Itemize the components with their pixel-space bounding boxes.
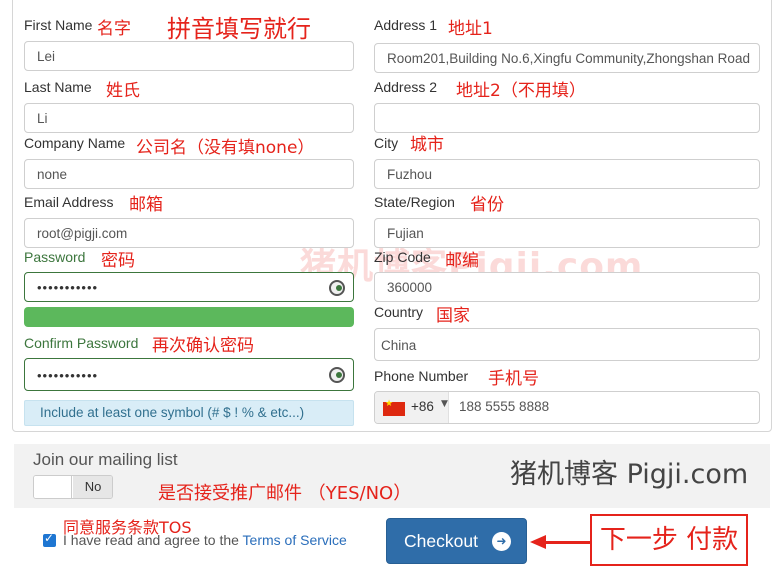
phone-input[interactable]: 188 5555 8888 [459, 399, 549, 414]
password-input[interactable]: ••••••••••• [24, 272, 354, 302]
address2-input[interactable] [374, 103, 760, 133]
headline-note: 拼音填写就行 [167, 15, 311, 43]
dial-code: +86 [411, 399, 434, 414]
address1-note: 地址1 [448, 19, 493, 39]
confirm-password-value: ••••••••••• [37, 368, 99, 383]
show-password-icon[interactable] [329, 280, 345, 296]
tos-label: I have read and agree to the Terms of Se… [63, 532, 347, 548]
china-flag-icon [383, 399, 405, 416]
password-label: Password [24, 249, 86, 265]
password-value: ••••••••••• [37, 280, 99, 295]
email-input[interactable]: root@pigji.com [24, 218, 354, 248]
address1-label: Address 1 [374, 17, 438, 33]
address2-note: 地址2（不用填） [456, 81, 586, 101]
city-label: City [374, 135, 399, 151]
watermark-small: 猪机博客 Pigji.com [510, 459, 749, 490]
last-name-note: 姓氏 [106, 81, 140, 101]
last-name-input[interactable]: Li [24, 103, 354, 133]
caret-down-icon: ▼ [441, 399, 448, 409]
country-note: 国家 [436, 306, 470, 326]
mailing-list-note: 是否接受推广邮件 （YES/NO） [158, 483, 412, 504]
next-step-note: 下一步 付款 [590, 514, 748, 566]
company-name-note: 公司名（没有填none） [136, 138, 315, 158]
toggle-no-label: No [73, 476, 112, 498]
show-confirm-password-icon[interactable] [329, 367, 345, 383]
phone-label: Phone Number [374, 368, 469, 384]
mailing-list-title: Join our mailing list [33, 450, 178, 469]
state-label: State/Region [374, 194, 455, 210]
mailing-list-toggle[interactable]: No [33, 475, 113, 499]
first-name-note: 名字 [97, 19, 131, 39]
first-name-input[interactable]: Lei [24, 41, 354, 71]
country-select[interactable]: China [374, 328, 760, 361]
company-name-input[interactable]: none [24, 159, 354, 189]
checkout-button[interactable]: Checkout ➜ [386, 518, 527, 564]
address1-input[interactable]: Room201,Building No.6,Xingfu Community,Z… [374, 43, 760, 73]
password-note: 密码 [101, 251, 135, 271]
phone-input-group: +86 ▼ 188 5555 8888 [374, 391, 760, 424]
email-label: Email Address [24, 194, 114, 210]
password-strength-bar [24, 307, 354, 327]
terms-of-service-link[interactable]: Terms of Service [243, 532, 347, 548]
zip-input[interactable]: 360000 [374, 272, 760, 302]
checkout-label: Checkout [404, 531, 478, 551]
zip-label: Zip Code [374, 249, 431, 265]
password-hint: Include at least one symbol (# $ ! % & e… [24, 400, 354, 426]
first-name-label: First Name [24, 17, 93, 33]
zip-note: 邮编 [445, 251, 479, 271]
red-arrow-line [544, 541, 590, 544]
country-code-dropdown[interactable]: +86 ▼ [375, 392, 449, 423]
tos-text: I have read and agree to the [63, 532, 243, 548]
state-input[interactable]: Fujian [374, 218, 760, 248]
city-note: 城市 [410, 135, 444, 155]
confirm-password-note: 再次确认密码 [152, 336, 254, 356]
confirm-password-input[interactable]: ••••••••••• [24, 358, 354, 391]
toggle-knob [34, 476, 72, 498]
company-name-label: Company Name [24, 135, 126, 151]
phone-note: 手机号 [488, 369, 539, 389]
country-label: Country [374, 304, 424, 320]
address2-label: Address 2 [374, 79, 438, 95]
arrow-right-circle-icon: ➜ [492, 532, 511, 551]
state-note: 省份 [470, 195, 504, 215]
city-input[interactable]: Fuzhou [374, 159, 760, 189]
email-note: 邮箱 [129, 195, 163, 215]
last-name-label: Last Name [24, 79, 92, 95]
confirm-password-label: Confirm Password [24, 335, 139, 351]
tos-checkbox[interactable] [43, 531, 56, 547]
